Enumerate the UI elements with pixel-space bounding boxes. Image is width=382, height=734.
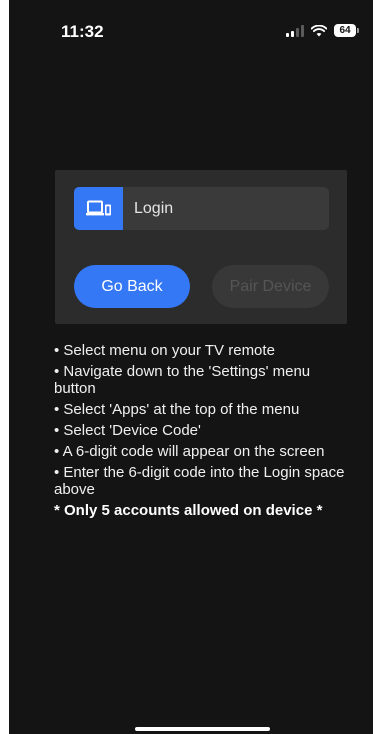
pair-device-button[interactable]: Pair Device [212, 265, 329, 308]
instruction-step: • Navigate down to the 'Settings' menu b… [54, 363, 311, 397]
status-bar: 11:32 64 [9, 0, 373, 60]
account-limit-note: * Only 5 accounts allowed on device * [54, 502, 323, 519]
instruction-step: • A 6-digit code will appear on the scre… [54, 443, 325, 460]
instructions-list: • Select menu on your TV remote • Naviga… [54, 342, 354, 523]
status-icons: 64 [286, 24, 359, 37]
instruction-step: • Select 'Device Code' [54, 422, 201, 439]
login-label: Login [134, 199, 174, 217]
home-indicator[interactable] [135, 727, 270, 731]
battery-level: 64 [334, 24, 356, 37]
pairing-card: Login Go Back Pair Device [55, 170, 347, 324]
wifi-icon [311, 24, 327, 37]
login-field[interactable]: Login [74, 187, 329, 230]
status-time: 11:32 [61, 22, 104, 41]
cellular-signal-icon [286, 24, 304, 37]
phone-screen: 11:32 64 Login Go Back Pair Device • Sel… [9, 0, 373, 734]
tv-device-icon [74, 187, 123, 230]
instruction-step: • Select menu on your TV remote [54, 342, 275, 359]
battery-icon: 64 [334, 24, 359, 37]
go-back-button[interactable]: Go Back [74, 265, 190, 308]
instruction-step: • Enter the 6-digit code into the Login … [54, 464, 345, 498]
instruction-step: • Select 'Apps' at the top of the menu [54, 401, 300, 418]
